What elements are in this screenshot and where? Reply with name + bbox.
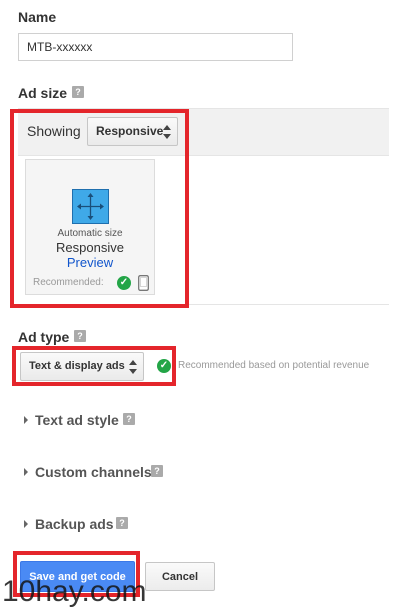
- ad-type-label: Ad type: [18, 329, 70, 345]
- ad-type-check-icon: ✓: [157, 359, 171, 373]
- expand-arrow-icon: [24, 416, 28, 424]
- custom-channels-label: Custom channels: [35, 464, 152, 480]
- backup-ads-help-icon[interactable]: ?: [116, 517, 128, 529]
- ad-size-help-icon[interactable]: ?: [72, 86, 84, 98]
- backup-ads-expander[interactable]: Backup ads: [24, 516, 114, 532]
- ad-type-highlight: [12, 346, 176, 386]
- ad-type-help-icon[interactable]: ?: [74, 330, 86, 342]
- ad-size-highlight: [10, 109, 189, 308]
- ad-type-recommendation: Recommended based on potential revenue: [178, 360, 370, 371]
- name-input[interactable]: MTB-xxxxxx: [18, 33, 293, 61]
- name-label: Name: [18, 9, 57, 25]
- custom-channels-help-icon[interactable]: ?: [151, 465, 163, 477]
- watermark-text: 10hay.com: [2, 575, 147, 608]
- expand-arrow-icon: [24, 520, 28, 528]
- ad-size-label: Ad size: [18, 85, 68, 101]
- text-ad-style-help-icon[interactable]: ?: [123, 413, 135, 425]
- text-ad-style-label: Text ad style: [35, 412, 119, 428]
- text-ad-style-expander[interactable]: Text ad style: [24, 412, 119, 428]
- cancel-button[interactable]: Cancel: [145, 562, 215, 591]
- expand-arrow-icon: [24, 468, 28, 476]
- custom-channels-expander[interactable]: Custom channels: [24, 464, 152, 480]
- backup-ads-label: Backup ads: [35, 516, 114, 532]
